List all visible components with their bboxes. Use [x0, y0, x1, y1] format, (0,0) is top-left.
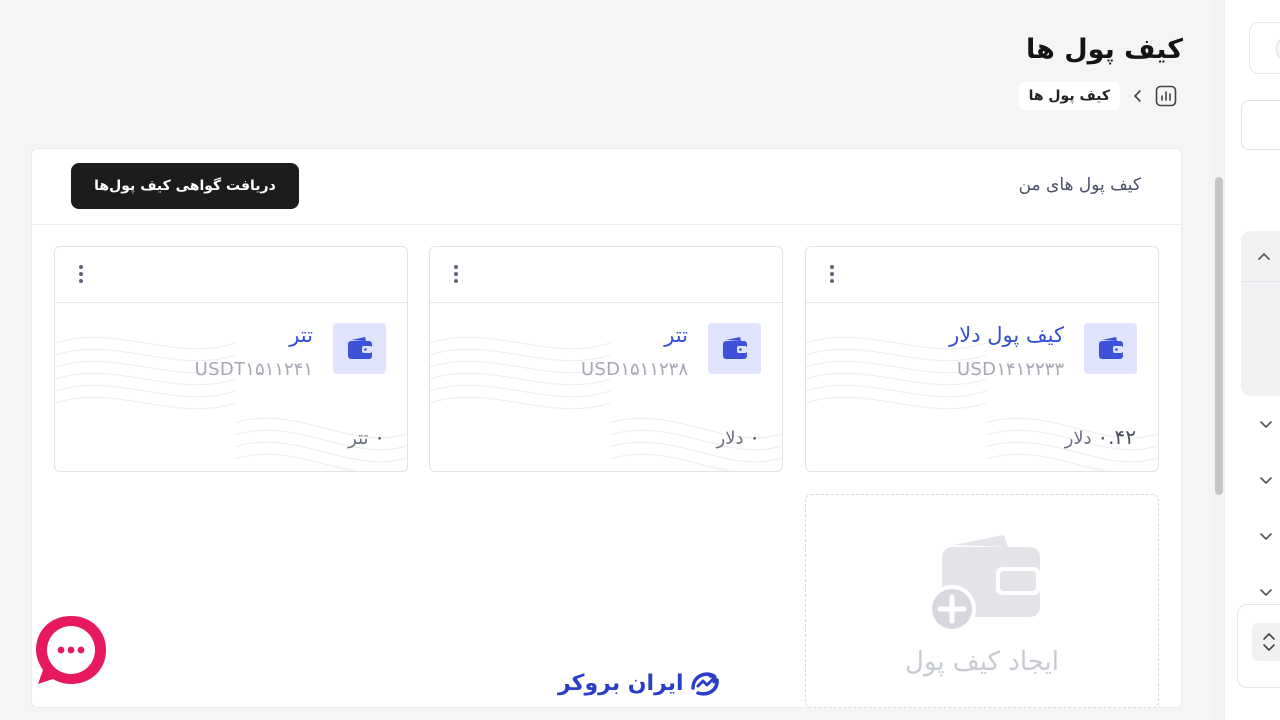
wallet-icon [333, 323, 386, 374]
wallet-card[interactable]: کیف پول دلار USD۱۴۱۲۲۳۳ ۰.۴۲ دلار [805, 246, 1159, 472]
wallet-card[interactable]: تتر USD۱۵۱۱۲۳۸ ۰ دلار [429, 246, 783, 472]
wallet-card-body: تتر USD۱۵۱۱۲۳۸ ۰ دلار [430, 303, 782, 471]
balance-unit: دلار [716, 428, 744, 449]
wallet-code: USD۱۴۱۲۲۳۳ [956, 359, 1064, 380]
sidebar-badge-box[interactable]: ۴ [1249, 22, 1280, 74]
brand-name: ایران بروکر [558, 670, 684, 696]
chevron-down-icon[interactable] [1258, 473, 1274, 489]
chevron-down-icon[interactable] [1258, 585, 1274, 601]
more-options-icon[interactable] [824, 263, 840, 285]
brand-mark-icon [690, 672, 719, 696]
add-wallet-icon [928, 535, 1040, 633]
wallet-balance: ۰ دلار [717, 425, 760, 449]
sidebar: ۴ [1225, 0, 1280, 720]
balance-unit: تتر [348, 428, 369, 449]
wallet-icon [708, 323, 761, 374]
chevron-down-icon[interactable] [1258, 417, 1274, 433]
chevron-left-icon [1130, 89, 1144, 103]
more-options-icon[interactable] [73, 263, 89, 285]
notification-badge: ۴ [1276, 35, 1280, 63]
wallet-code: USDT۱۵۱۱۲۴۱ [194, 359, 313, 380]
more-options-icon[interactable] [448, 263, 464, 285]
wallet-balance: ۰ تتر [348, 425, 385, 449]
balance-unit: دلار [1064, 428, 1092, 449]
breadcrumb: کیف پول ها [1018, 82, 1178, 110]
chat-bubble-icon [36, 616, 106, 684]
wallets-panel-header: کیف پول های من دریافت گواهی کیف پول‌ها [32, 149, 1181, 225]
create-wallet-card[interactable]: ایجاد کیف پول [805, 494, 1159, 708]
balance-amount: ۰ [374, 425, 385, 449]
wallet-card-header [430, 247, 782, 303]
get-certificate-button[interactable]: دریافت گواهی کیف پول‌ها [71, 163, 299, 209]
wallet-name: تتر [289, 323, 313, 347]
wallet-name: کیف پول دلار [949, 323, 1064, 347]
wallet-balance: ۰.۴۲ دلار [1065, 425, 1136, 449]
page-title: کیف پول ها [1025, 34, 1183, 65]
wallet-card-header [806, 247, 1158, 303]
chevron-up-icon[interactable] [1256, 248, 1272, 264]
divider [1241, 281, 1280, 282]
wallet-card-header [55, 247, 407, 303]
breadcrumb-current[interactable]: کیف پول ها [1018, 82, 1120, 110]
section-title: کیف پول های من [1018, 175, 1141, 195]
balance-amount: ۰ [749, 425, 760, 449]
create-wallet-label: ایجاد کیف پول [905, 647, 1059, 677]
page: کیف پول ها کیف پول ها کیف پول های من دری… [0, 0, 1280, 720]
sidebar-expanded-menu [1241, 231, 1280, 396]
sidebar-search-box[interactable] [1241, 100, 1280, 150]
expand-collapse-icon[interactable] [1252, 623, 1280, 661]
chat-button[interactable] [34, 614, 108, 688]
balance-amount: ۰.۴۲ [1097, 425, 1136, 449]
sidebar-bottom-card [1237, 604, 1280, 688]
wallet-card-body: کیف پول دلار USD۱۴۱۲۲۳۳ ۰.۴۲ دلار [806, 303, 1158, 471]
wallet-name: تتر [664, 323, 688, 347]
scrollbar-thumb[interactable] [1215, 177, 1223, 495]
wallet-code: USD۱۵۱۱۲۳۸ [580, 359, 688, 380]
wallet-icon [1084, 323, 1137, 374]
chart-icon[interactable] [1154, 84, 1178, 108]
chevron-down-icon[interactable] [1258, 529, 1274, 545]
wallet-card[interactable]: تتر USDT۱۵۱۱۲۴۱ ۰ تتر [54, 246, 408, 472]
wallet-card-body: تتر USDT۱۵۱۱۲۴۱ ۰ تتر [55, 303, 407, 471]
brand-logo: ایران بروکر [558, 668, 722, 698]
